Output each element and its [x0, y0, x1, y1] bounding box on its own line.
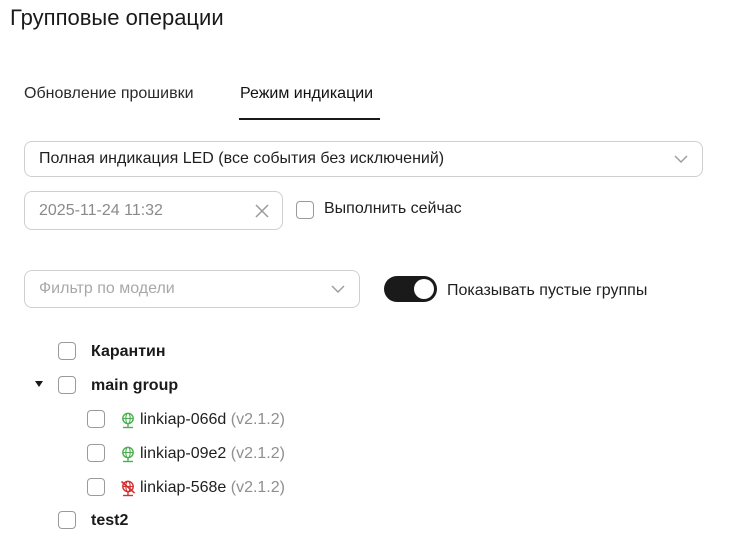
show-empty-groups-toggle[interactable] [384, 276, 437, 302]
page-title: Групповые операции [10, 5, 224, 30]
datetime-value: 2025-11-24 11:32 [39, 202, 163, 219]
device-row: linkiap-568e (v2.1.2) [140, 479, 285, 497]
device-name: linkiap-568e [140, 479, 227, 496]
device-version: (v2.1.2) [230, 445, 285, 462]
group-checkbox-main[interactable] [58, 376, 76, 394]
toggle-knob [414, 279, 434, 299]
device-checkbox[interactable] [87, 478, 105, 496]
indication-mode-value: Полная индикация LED (все события без ис… [39, 150, 445, 167]
expand-caret-icon[interactable] [35, 381, 43, 387]
group-label-quarantine: Карантин [91, 343, 166, 360]
group-checkbox-quarantine[interactable] [58, 342, 76, 360]
execute-now-label: Выполнить сейчас [324, 200, 462, 217]
indication-mode-select[interactable]: Полная индикация LED (все события без ис… [24, 141, 703, 177]
execute-now-checkbox[interactable] [296, 201, 314, 219]
device-name: linkiap-066d [140, 411, 227, 428]
device-row: linkiap-066d (v2.1.2) [140, 411, 285, 429]
show-empty-groups-label: Показывать пустые группы [447, 282, 648, 299]
group-label-main: main group [91, 377, 179, 394]
device-version: (v2.1.2) [230, 411, 285, 428]
tab-indication-mode[interactable]: Режим индикации [240, 84, 373, 104]
close-icon[interactable] [254, 203, 270, 219]
device-version: (v2.1.2) [230, 479, 285, 496]
device-name: linkiap-09e2 [140, 445, 227, 462]
globe-online-icon [122, 412, 134, 429]
chevron-down-icon [331, 285, 345, 293]
active-tab-indicator [239, 118, 380, 120]
model-filter-placeholder: Фильтр по модели [39, 280, 175, 297]
device-row: linkiap-09e2 (v2.1.2) [140, 445, 285, 463]
globe-online-icon [122, 446, 134, 463]
model-filter-select[interactable]: Фильтр по модели [24, 270, 360, 308]
device-checkbox[interactable] [87, 444, 105, 462]
group-label-test2: test2 [91, 512, 129, 529]
group-checkbox-test2[interactable] [58, 511, 76, 529]
device-checkbox[interactable] [87, 410, 105, 428]
datetime-input[interactable]: 2025-11-24 11:32 [24, 191, 283, 230]
chevron-down-icon [674, 155, 688, 163]
globe-offline-icon [120, 480, 136, 497]
tab-firmware-update[interactable]: Обновление прошивки [24, 84, 194, 104]
